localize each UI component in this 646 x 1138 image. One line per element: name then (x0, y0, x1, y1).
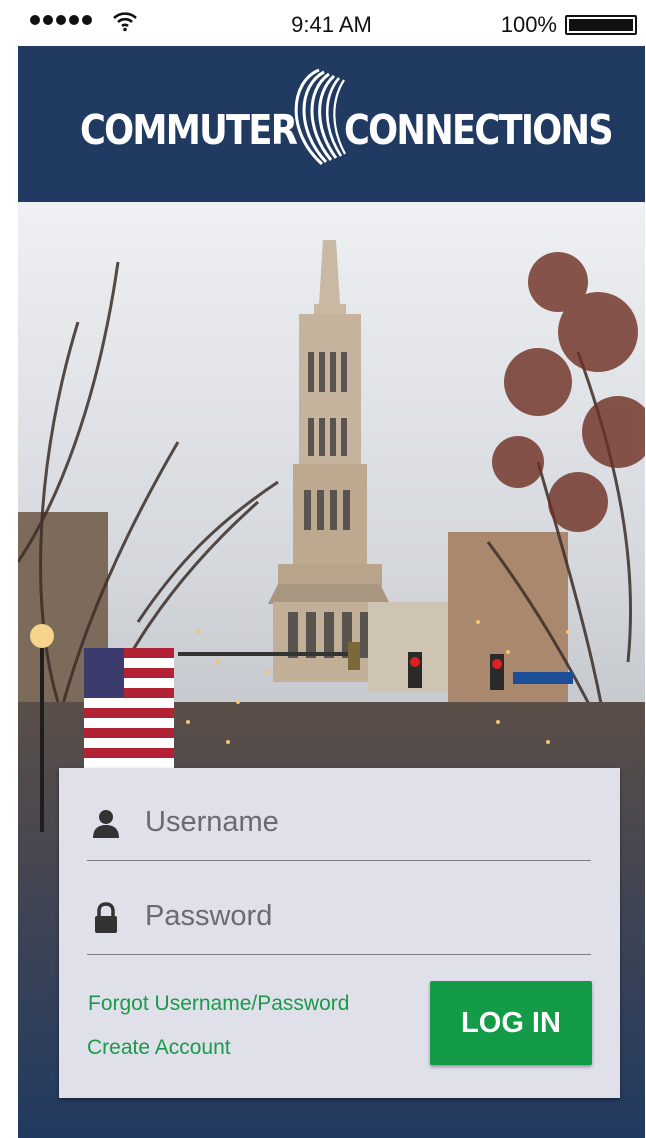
login-card: Forgot Username/Password Create Account … (59, 768, 620, 1098)
user-icon (93, 810, 119, 838)
status-bar: 9:41 AM 100% (18, 0, 645, 46)
logo-text-right: CONNECTIONS (344, 106, 614, 154)
create-account-link[interactable]: Create Account (87, 1036, 231, 1060)
app-screen: 9:41 AM 100% COMMUTER CONNECTIONS ® User… (18, 0, 645, 1138)
app-header: COMMUTER CONNECTIONS ® (18, 46, 645, 202)
password-field-row (87, 864, 591, 955)
password-input[interactable] (145, 896, 575, 936)
username-input[interactable] (145, 802, 575, 842)
lock-icon (95, 902, 117, 933)
logo-swoosh-icon (294, 68, 346, 166)
battery-percent: 100% (500, 12, 557, 37)
battery-icon (565, 15, 637, 35)
login-button[interactable]: LOG IN (430, 981, 592, 1065)
logo-registered-mark: ® (592, 114, 601, 126)
username-field-row (87, 770, 591, 861)
forgot-credentials-link[interactable]: Forgot Username/Password (88, 992, 349, 1016)
logo-text-left: COMMUTER (80, 106, 298, 154)
